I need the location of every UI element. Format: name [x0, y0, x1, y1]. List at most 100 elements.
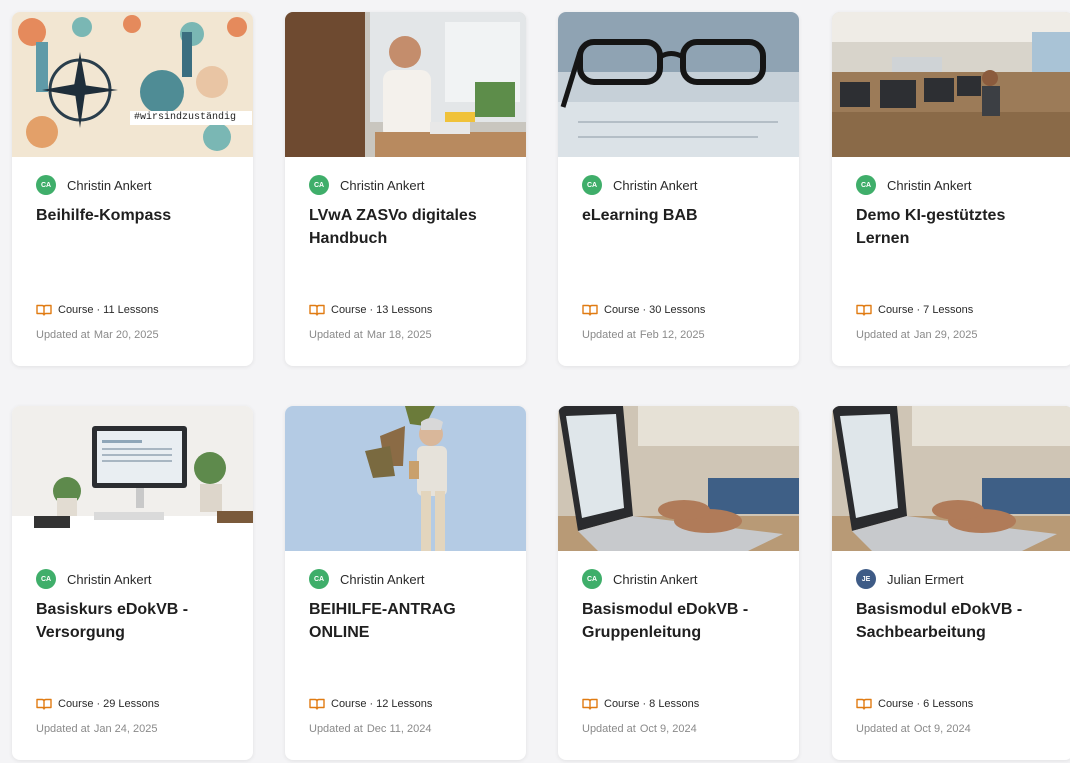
author-name: Christin Ankert — [613, 571, 698, 587]
course-title[interactable]: Basismodul eDokVB - Gruppenleitung — [582, 598, 782, 644]
author-avatar: CA — [582, 569, 602, 589]
updated-date: Jan 24, 2025 — [93, 723, 158, 735]
course-type: Course — [604, 698, 640, 710]
updated-date: Mar 20, 2025 — [93, 329, 159, 341]
updated-date: Dec 11, 2024 — [366, 723, 432, 735]
author-avatar: CA — [36, 569, 56, 589]
updated-label: Updated at — [36, 723, 90, 735]
course-card[interactable]: CA Christin Ankert BEIHILFE-ANTRAG ONLIN… — [285, 406, 526, 760]
course-lessons: 30 Lessons — [649, 304, 706, 316]
updated-date: Feb 12, 2025 — [639, 329, 705, 341]
course-lessons: 13 Lessons — [376, 304, 433, 316]
course-author: CA Christin Ankert — [36, 569, 152, 589]
updated-date: Mar 18, 2025 — [366, 329, 432, 341]
author-name: Christin Ankert — [887, 177, 972, 193]
author-avatar: CA — [309, 569, 329, 589]
author-avatar: CA — [582, 175, 602, 195]
updated-label: Updated at — [582, 329, 636, 341]
course-author: CA Christin Ankert — [582, 569, 698, 589]
book-icon — [856, 304, 872, 316]
course-type: Course — [604, 304, 640, 316]
course-lessons: 6 Lessons — [923, 698, 974, 710]
course-type: Course — [331, 304, 367, 316]
course-meta: Course · 29 Lessons — [36, 698, 159, 710]
book-icon — [582, 304, 598, 316]
updated-date: Oct 9, 2024 — [639, 723, 697, 735]
course-title[interactable]: Basismodul eDokVB - Sachbearbeitung — [856, 598, 1056, 644]
author-name: Christin Ankert — [613, 177, 698, 193]
course-title[interactable]: LVwA ZASVo digitales Handbuch — [309, 204, 509, 250]
course-updated: Updated at Mar 18, 2025 — [309, 329, 432, 341]
course-author: CA Christin Ankert — [36, 175, 152, 195]
course-thumbnail-image — [832, 12, 1070, 157]
course-title[interactable]: BEIHILFE-ANTRAG ONLINE — [309, 598, 509, 644]
course-thumbnail — [285, 12, 526, 157]
author-name: Christin Ankert — [340, 571, 425, 587]
course-title[interactable]: Beihilfe-Kompass — [36, 204, 236, 227]
course-card[interactable]: CA Christin Ankert Demo KI-gestütztes Le… — [832, 12, 1070, 366]
course-lessons: 7 Lessons — [923, 304, 974, 316]
course-thumbnail-image — [12, 406, 253, 551]
hashtag-label: #wirsindzuständig — [134, 112, 237, 123]
updated-label: Updated at — [309, 723, 363, 735]
course-thumbnail — [558, 12, 799, 157]
course-thumbnail-image — [285, 406, 526, 551]
course-updated: Updated at Oct 9, 2024 — [582, 723, 697, 735]
book-icon — [582, 698, 598, 710]
course-meta: Course · 12 Lessons — [309, 698, 432, 710]
course-type: Course — [58, 304, 94, 316]
updated-label: Updated at — [36, 329, 90, 341]
author-avatar: CA — [36, 175, 56, 195]
course-card[interactable]: CA Christin Ankert LVwA ZASVo digitales … — [285, 12, 526, 366]
course-lessons: 29 Lessons — [103, 698, 160, 710]
author-avatar: CA — [856, 175, 876, 195]
course-title[interactable]: Demo KI-gestütztes Lernen — [856, 204, 1056, 250]
book-icon — [36, 304, 52, 316]
course-meta: Course · 7 Lessons — [856, 304, 973, 316]
course-title[interactable]: Basiskurs eDokVB - Versorgung — [36, 598, 236, 644]
course-updated: Updated at Jan 24, 2025 — [36, 723, 157, 735]
author-name: Christin Ankert — [67, 571, 152, 587]
course-type: Course — [331, 698, 367, 710]
course-grid: #wirsindzuständig CA Christin Ankert Bei… — [0, 0, 1070, 763]
course-type: Course — [878, 304, 914, 316]
course-meta: Course · 11 Lessons — [36, 304, 159, 316]
course-author: CA Christin Ankert — [856, 175, 972, 195]
book-icon — [36, 698, 52, 710]
course-updated: Updated at Jan 29, 2025 — [856, 329, 977, 341]
course-author: CA Christin Ankert — [309, 569, 425, 589]
updated-label: Updated at — [856, 329, 910, 341]
course-type: Course — [58, 698, 94, 710]
course-updated: Updated at Dec 11, 2024 — [309, 723, 431, 735]
updated-date: Oct 9, 2024 — [913, 723, 971, 735]
course-meta: Course · 30 Lessons — [582, 304, 705, 316]
book-icon — [309, 698, 325, 710]
updated-label: Updated at — [309, 329, 363, 341]
course-meta: Course · 8 Lessons — [582, 698, 699, 710]
course-thumbnail-image — [558, 406, 799, 551]
author-avatar: JE — [856, 569, 876, 589]
author-name: Julian Ermert — [887, 571, 964, 587]
course-thumbnail-image — [12, 12, 253, 157]
course-thumbnail — [832, 12, 1070, 157]
course-meta: Course · 13 Lessons — [309, 304, 432, 316]
course-card[interactable]: #wirsindzuständig CA Christin Ankert Bei… — [12, 12, 253, 366]
course-thumbnail — [12, 406, 253, 551]
course-card[interactable]: JE Julian Ermert Basismodul eDokVB - Sac… — [832, 406, 1070, 760]
author-name: Christin Ankert — [67, 177, 152, 193]
course-type: Course — [878, 698, 914, 710]
course-title[interactable]: eLearning BAB — [582, 204, 782, 227]
course-meta: Course · 6 Lessons — [856, 698, 973, 710]
course-lessons: 12 Lessons — [376, 698, 433, 710]
updated-label: Updated at — [856, 723, 910, 735]
course-thumbnail — [558, 406, 799, 551]
author-name: Christin Ankert — [340, 177, 425, 193]
course-card[interactable]: CA Christin Ankert Basismodul eDokVB - G… — [558, 406, 799, 760]
course-thumbnail-image — [558, 12, 799, 157]
course-updated: Updated at Mar 20, 2025 — [36, 329, 159, 341]
book-icon — [856, 698, 872, 710]
course-card[interactable]: CA Christin Ankert eLearning BAB Course ·… — [558, 12, 799, 366]
course-author: CA Christin Ankert — [582, 175, 698, 195]
course-thumbnail — [832, 406, 1070, 551]
course-card[interactable]: CA Christin Ankert Basiskurs eDokVB - Ve… — [12, 406, 253, 760]
